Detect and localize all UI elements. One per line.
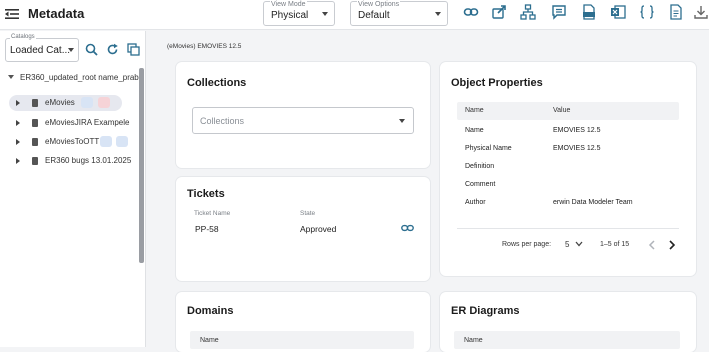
object-properties-title: Object Properties [451,77,543,89]
domains-title: Domains [187,305,234,317]
chevron-right-icon[interactable] [16,158,20,164]
domains-name-header: Name [200,337,219,344]
top-bar: Metadata View Mode Physical View Options… [0,0,709,30]
view-mode-value: Physical [271,10,309,21]
page-title: Metadata [28,6,85,21]
tree-item-label: eMovies [45,98,75,107]
tree-item-label: eMoviesJIRA Exampele [45,118,130,127]
tree-item-emovies[interactable]: eMovies [9,95,122,111]
search-icon[interactable] [85,43,98,56]
chevron-right-icon[interactable] [16,100,20,106]
collections-placeholder: Collections [200,116,245,126]
view-mode-label: View Mode [270,1,307,8]
link-icon[interactable] [463,4,479,20]
domains-table-header: Name [190,331,414,349]
catalogs-select[interactable]: Catalogs Loaded Cat... [5,34,79,62]
tree-root-node[interactable]: ER360_updated_root name_prabh [8,73,143,82]
table-divider [457,228,679,229]
er-diagrams-table-header: Name [454,331,680,349]
catalog-sidebar: Catalogs Loaded Cat... ER360_updated_roo… [0,31,146,347]
refresh-icon[interactable] [106,43,119,56]
locked-badge-icon [98,97,110,108]
document-icon [32,157,38,165]
property-name: Name [465,127,484,134]
model-badge-icon [81,97,93,108]
collections-card: Collections Collections [176,62,430,168]
rows-per-page-value: 5 [565,240,570,249]
collections-title: Collections [187,77,247,89]
tickets-title: Tickets [187,188,225,200]
chevron-down-icon [8,75,14,79]
pdf-icon[interactable] [668,4,684,20]
ticket-state-header: State [300,210,316,217]
link-icon[interactable] [401,223,414,233]
thumbs-up-badge-icon [116,136,128,147]
chevron-down-icon [575,241,583,247]
chevron-right-icon[interactable] [16,139,20,145]
pagination-range: 1–5 of 15 [600,241,630,248]
property-value: erwin Data Modeler Team [553,199,633,206]
property-name: Definition [465,163,495,170]
excel-icon[interactable] [610,4,626,20]
chevron-down-icon [322,12,328,16]
tree-item-emoviesjira[interactable]: eMoviesJIRA Exampele [9,115,137,131]
rows-per-page-select[interactable]: 5 [565,240,583,249]
hierarchy-icon[interactable] [520,4,536,20]
chevron-left-icon[interactable] [648,240,656,250]
document-icon [32,138,38,146]
chevron-down-icon [435,12,441,16]
chevron-down-icon [68,48,74,52]
csv-icon[interactable] [581,4,597,20]
er-diagrams-title: ER Diagrams [451,305,520,317]
chevron-right-icon[interactable] [16,120,20,126]
tree-item-er360-bugs[interactable]: ER360 bugs 13.01.2025 [9,153,137,169]
properties-value-header: Value [553,107,571,114]
share-icon[interactable] [491,4,507,20]
property-name: Author [465,199,486,206]
property-name: Physical Name [465,145,512,152]
tree-item-label: ER360 bugs 13.01.2025 [45,156,132,165]
ticket-name: PP-58 [195,224,219,234]
json-icon[interactable] [639,4,655,20]
property-name: Comment [465,181,496,188]
model-badge-icon [100,136,112,147]
chevron-right-icon[interactable] [668,240,676,250]
catalogs-value: Loaded Cat... [10,45,71,56]
copy-icon[interactable] [127,43,140,56]
er-diagrams-name-header: Name [464,337,483,344]
comment-icon[interactable] [551,4,567,20]
catalogs-label: Catalogs [10,34,36,40]
download-icon[interactable] [693,4,709,20]
breadcrumb: (eMovies) EMOVIES 12.5 [167,43,242,50]
view-mode-select[interactable]: View Mode Physical [263,1,335,26]
view-options-label: View Options [357,1,401,8]
domains-card: Domains Name [176,292,430,352]
property-value: EMOVIES 12.5 [553,145,601,152]
tickets-card: Tickets Ticket Name State PP-58 Approved [176,177,430,281]
ticket-state: Approved [300,224,337,234]
view-options-select[interactable]: View Options Default [350,1,448,26]
rows-per-page-label: Rows per page: [502,241,552,248]
property-value: EMOVIES 12.5 [553,127,601,134]
collections-select[interactable]: Collections [192,107,414,134]
properties-table-header: Name Value [457,102,679,120]
tree-item-emoviestoott[interactable]: eMoviesToOTT [9,134,137,150]
menu-collapse-icon[interactable] [5,8,19,20]
sidebar-scrollbar[interactable] [139,68,144,263]
document-icon [32,119,38,127]
chevron-down-icon [399,119,405,123]
document-icon [32,99,38,107]
tree-item-label: eMoviesToOTT [45,137,100,146]
properties-name-header: Name [465,107,484,114]
view-options-value: Default [358,10,390,21]
ticket-name-header: Ticket Name [194,210,231,217]
tree-root-label: ER360_updated_root name_prabh [20,73,144,82]
object-properties-card: Object Properties Name Value Name EMOVIE… [440,62,696,276]
er-diagrams-card: ER Diagrams Name [440,292,696,352]
